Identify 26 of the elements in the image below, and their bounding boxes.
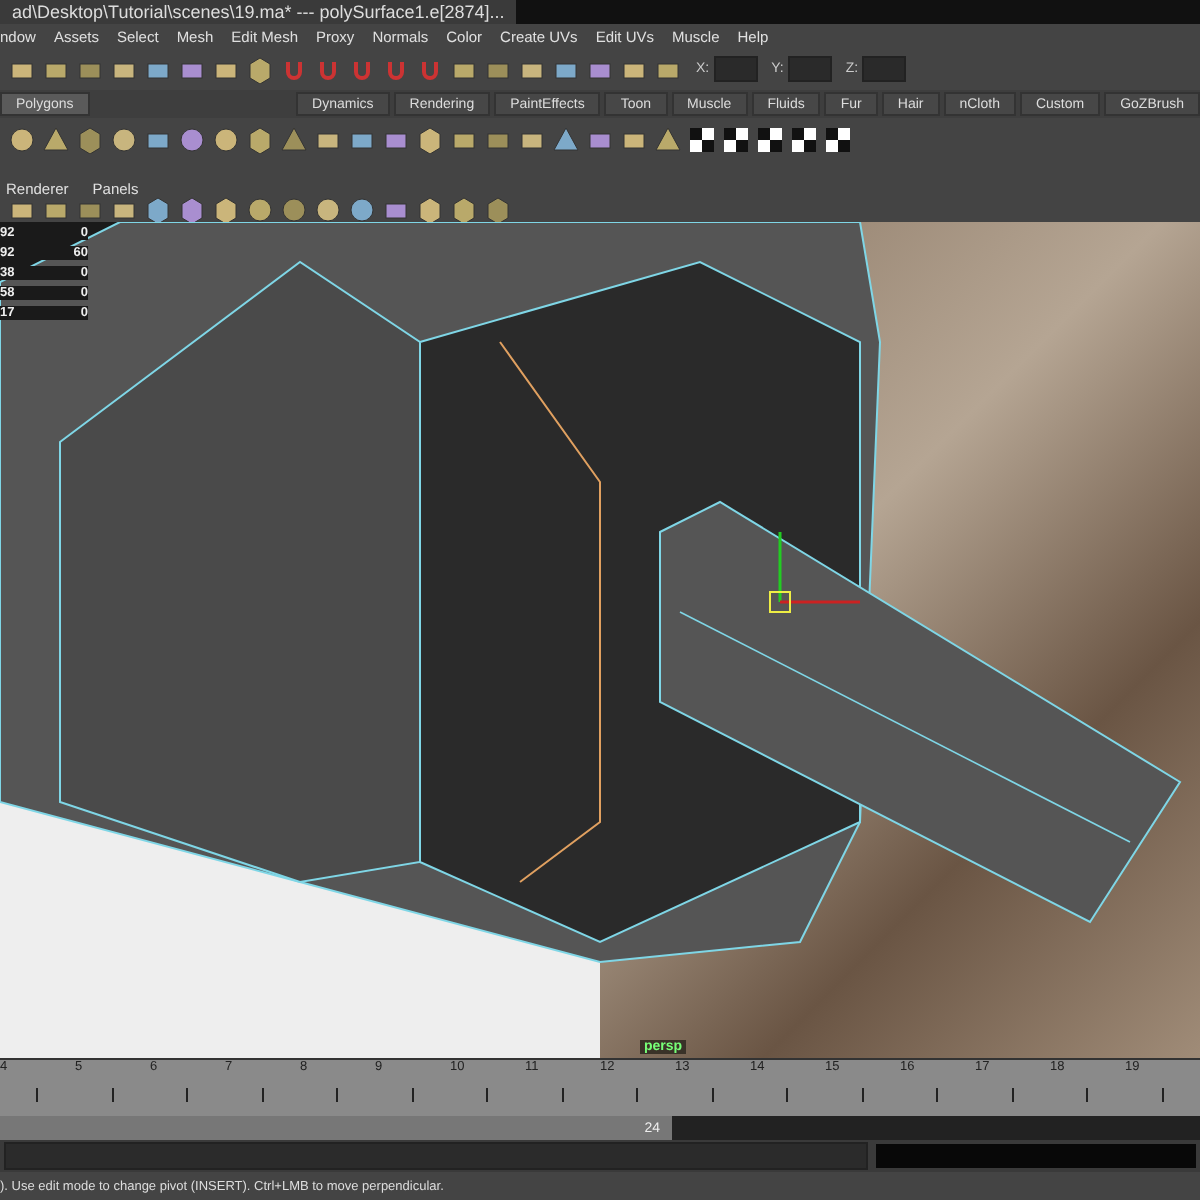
checker-icon[interactable]: [722, 126, 750, 154]
sphere-icon[interactable]: [280, 196, 308, 224]
pyramid-icon[interactable]: [654, 126, 682, 154]
pyramid-icon[interactable]: [280, 126, 308, 154]
checker-icon[interactable]: [790, 126, 818, 154]
sphere-icon[interactable]: [314, 196, 342, 224]
sphere-icon[interactable]: [246, 196, 274, 224]
sphere-icon[interactable]: [348, 196, 376, 224]
window-title: ad\Desktop\Tutorial\scenes\19.ma* --- polySurface1.e[2874]...: [0, 0, 517, 24]
input-field[interactable]: [787, 56, 832, 82]
sphere-icon[interactable]: [110, 126, 138, 154]
checker-icon[interactable]: [756, 126, 784, 154]
cube-icon[interactable]: [416, 126, 444, 154]
pyramid-icon[interactable]: [42, 126, 70, 154]
checker-icon[interactable]: [688, 126, 716, 154]
pyramid-icon[interactable]: [552, 126, 580, 154]
sphere-icon[interactable]: [178, 126, 206, 154]
cube-icon[interactable]: [76, 126, 104, 154]
checker-icon[interactable]: [824, 126, 852, 154]
input-field[interactable]: [713, 56, 758, 82]
command-line-field[interactable]: [4, 1142, 868, 1170]
input-field[interactable]: [862, 56, 907, 82]
cube-icon[interactable]: [246, 126, 274, 154]
sphere-icon[interactable]: [212, 126, 240, 154]
cube-icon[interactable]: [246, 55, 274, 83]
sphere-icon[interactable]: [8, 126, 36, 154]
